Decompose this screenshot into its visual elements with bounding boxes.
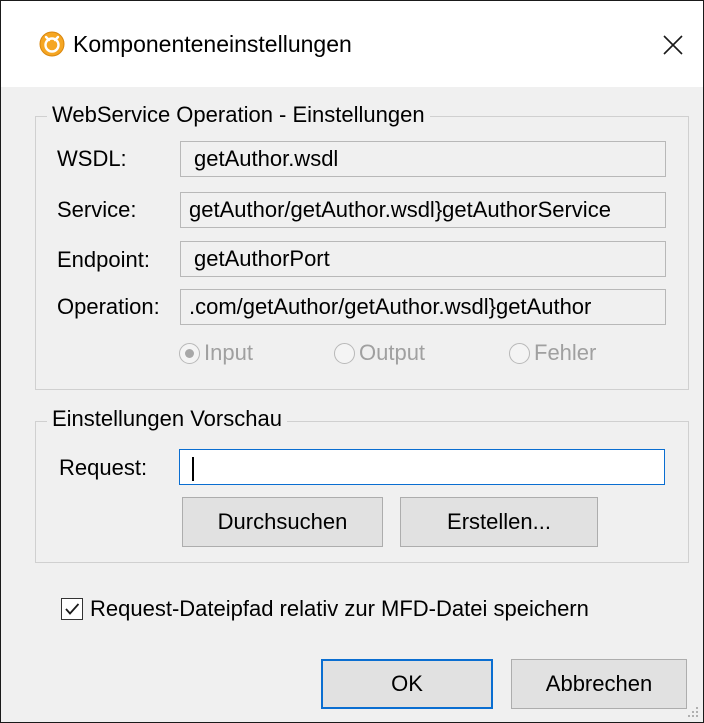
radio-input[interactable]: Input (179, 340, 253, 366)
settings-dialog: Komponenteneinstellungen WebService Oper… (0, 0, 704, 723)
radio-fehler-label: Fehler (534, 340, 597, 365)
title-bar: Komponenteneinstellungen (1, 1, 703, 87)
wsdl-field: getAuthor.wsdl (180, 141, 666, 177)
radio-output[interactable]: Output (334, 340, 425, 366)
cancel-button[interactable]: Abbrechen (511, 659, 687, 709)
preview-settings-legend: Einstellungen Vorschau (47, 406, 287, 432)
resize-grip-icon[interactable] (687, 706, 699, 718)
dialog-title: Komponenteneinstellungen (73, 31, 352, 57)
endpoint-field: getAuthorPort (180, 241, 666, 277)
browse-button[interactable]: Durchsuchen (182, 497, 383, 547)
operation-label: Operation: (57, 294, 160, 319)
operation-field: .com/getAuthor/getAuthor.wsdl}getAuthor (180, 289, 666, 325)
radio-output-circle (334, 342, 355, 364)
text-cursor (192, 457, 194, 481)
radio-output-label: Output (359, 340, 426, 365)
radio-fehler-circle (509, 342, 530, 364)
save-relative-label[interactable]: Request-Dateipfad relativ zur MFD-Datei … (90, 595, 589, 623)
close-icon (663, 35, 683, 55)
webservice-operation-legend: WebService Operation - Einstellungen (47, 102, 430, 128)
service-label: Service: (57, 197, 137, 222)
service-field: getAuthor/getAuthor.wsdl}getAuthorServic… (180, 192, 666, 228)
mapforce-app-icon (39, 31, 65, 57)
radio-input-label: Input (204, 340, 253, 365)
checkmark-icon (65, 603, 80, 615)
wsdl-label: WSDL: (57, 146, 127, 171)
radio-selected-dot (185, 348, 194, 358)
ok-button[interactable]: OK (321, 659, 493, 709)
radio-fehler[interactable]: Fehler (509, 340, 596, 366)
save-relative-checkbox[interactable] (61, 598, 83, 620)
create-button[interactable]: Erstellen... (400, 497, 598, 547)
endpoint-label: Endpoint: (57, 247, 150, 272)
request-label: Request: (59, 455, 148, 480)
close-button[interactable] (651, 23, 695, 67)
request-input[interactable] (179, 449, 665, 485)
radio-input-circle (179, 342, 200, 364)
